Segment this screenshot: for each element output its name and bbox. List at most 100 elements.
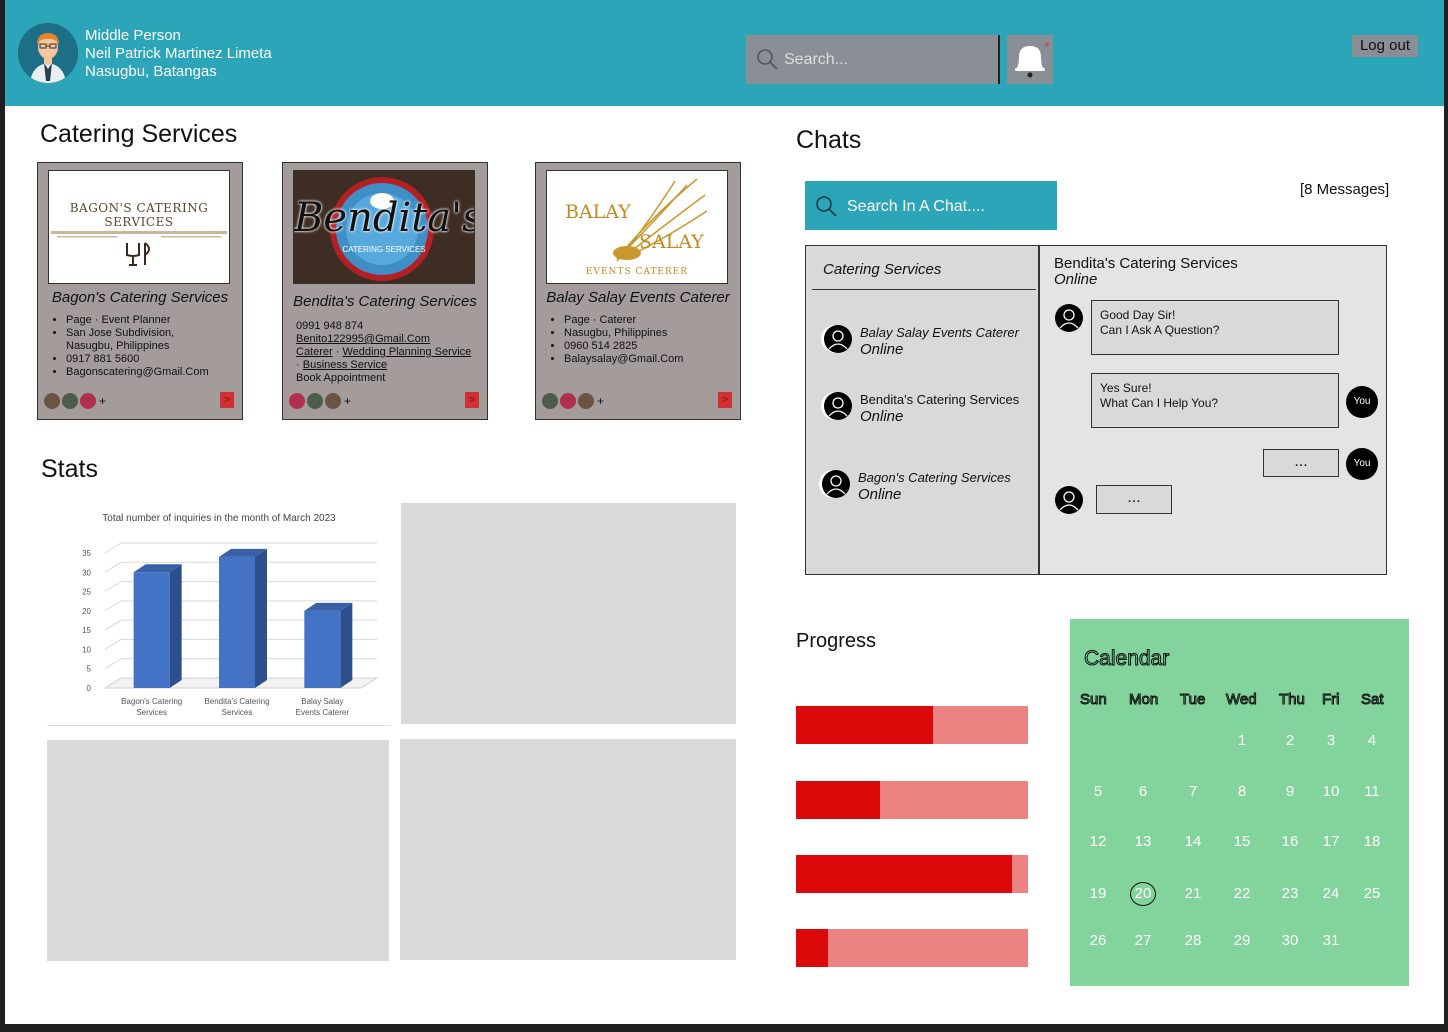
progress-fill [796,706,933,744]
card-name: Bagon's Catering Services [51,289,229,306]
card-details: Page · Event Planner San Jose Subdivisio… [52,314,209,379]
divider [812,289,1036,290]
calendar-day[interactable]: 27 [1126,932,1160,949]
detail-line: San Jose Subdivision, [66,327,209,340]
calendar-day[interactable]: 5 [1081,783,1115,800]
chat-panel: Catering Services Balay Salay Events Cat… [805,245,1387,575]
message-count: [8 Messages] [1300,181,1390,198]
weekday-label: Tue [1179,691,1206,709]
balay-logo-text: BALAY [565,201,631,223]
tag-caterer[interactable]: Caterer [296,346,333,358]
card-name: Balay Salay Events Caterer [546,289,730,306]
calendar-day[interactable]: 6 [1126,783,1160,800]
calendar-day[interactable]: 15 [1225,833,1259,850]
calendar-day[interactable]: 2 [1273,732,1307,749]
book-appointment-link[interactable]: Book Appointment [296,372,471,385]
chat-search[interactable]: Search In A Chat.... [805,181,1057,230]
inquiries-chart: Total number of inquiries in the month o… [47,505,391,726]
calendar-day[interactable]: 16 [1273,833,1307,850]
open-arrow-button[interactable]: > [220,392,234,408]
progress-bar [796,706,1028,745]
y-tick-label: 35 [82,549,91,558]
catering-card-balay-salay[interactable]: BALAY SALAY EVENTS CATERER Balay Salay E… [535,162,741,420]
bar [219,556,255,688]
calendar-day[interactable]: 10 [1314,783,1348,800]
calendar-day[interactable]: 3 [1314,732,1348,749]
calendar-day[interactable]: 29 [1225,932,1259,949]
message-bubble: Yes Sure! What Can I Help You? [1091,373,1339,428]
person-avatar [62,393,78,409]
y-tick-label: 30 [82,568,91,577]
bar-side [255,548,267,688]
y-tick-label: 10 [82,645,91,654]
catering-card-benditas[interactable]: Bendita's CATERING SERVICES Bendita's Ca… [282,162,488,420]
more-people: + [344,394,352,408]
message-line: Can I Ask A Question? [1100,323,1220,337]
user-icon [824,392,852,420]
person-avatar [44,393,60,409]
tag-business-service[interactable]: Business Service [303,359,387,371]
calendar-day[interactable]: 9 [1273,783,1307,800]
bell-icon: + [1015,40,1050,78]
calendar-day[interactable]: 13 [1126,833,1160,850]
stats-placeholder [400,739,736,960]
detail-line: Balaysalay@Gmail.Com [564,353,683,366]
y-tick-label: 15 [82,626,91,635]
calendar-day[interactable]: 28 [1176,932,1210,949]
calendar-day[interactable]: 7 [1176,783,1210,800]
calendar-day[interactable]: 14 [1176,833,1210,850]
contact-status: Online [860,408,904,425]
stats-title: Stats [41,455,98,483]
card-details: Page · Caterer Nasugbu, Philippines 0960… [550,314,683,366]
svg-text:+: + [1044,40,1050,51]
calendar-day[interactable]: 18 [1355,833,1389,850]
calendar-day[interactable]: 4 [1355,732,1389,749]
catering-title: Catering Services [40,120,238,148]
message-line: Yes Sure! [1100,381,1152,395]
stats-placeholder [401,503,736,724]
user-avatar[interactable] [18,23,78,83]
chat-search-label: Search In A Chat.... [847,198,985,215]
tag-wedding-planning[interactable]: Wedding Planning Service [342,346,471,358]
top-bar: Middle Person Neil Patrick Martinez Lime… [5,0,1444,106]
email-link[interactable]: Benito122995@Gmail.Com [296,333,471,346]
detail-line: Nasugbu, Philippines [564,327,683,340]
calendar-day[interactable]: 20 [1126,882,1160,906]
calendar-day[interactable]: 11 [1355,783,1389,800]
app-canvas: Middle Person Neil Patrick Martinez Lime… [5,0,1444,1024]
calendar-day[interactable]: 21 [1176,885,1210,902]
message-line: What Can I Help You? [1100,396,1219,410]
person-avatar [325,393,341,409]
calendar-title: Calendar [1083,647,1170,671]
stats-placeholder [47,740,389,961]
open-arrow-button[interactable]: > [718,392,732,408]
y-tick-label: 20 [82,607,91,616]
search-icon [816,196,837,217]
person-avatar [80,393,96,409]
bagons-logo: BAGON'S CATERING SERVICES [48,170,230,284]
calendar-day[interactable]: 19 [1081,885,1115,902]
contact-name: Bendita's Catering Services [860,392,1020,407]
calendar-day[interactable]: 1 [1225,732,1259,749]
calendar-day[interactable]: 24 [1314,885,1348,902]
person-avatar [542,393,558,409]
calendar-day[interactable]: 8 [1225,783,1259,800]
open-arrow-button[interactable]: > [465,392,479,408]
detail-line: 0960 514 2825 [564,340,683,353]
tags-line: Caterer · Wedding Planning Service [296,346,472,358]
card-name: Bendita's Catering Services [293,293,477,310]
logout-button[interactable]: Log out [1352,35,1418,57]
calendar-day[interactable]: 17 [1314,833,1348,850]
search-input[interactable] [782,47,986,73]
calendar-day[interactable]: 31 [1314,932,1348,949]
catering-card-bagons[interactable]: BAGON'S CATERING SERVICES Bagon's Cateri… [37,162,243,420]
y-tick-label: 0 [87,684,92,693]
calendar-day[interactable]: 22 [1225,885,1259,902]
calendar-day[interactable]: 25 [1355,885,1389,902]
message-line: Good Day Sir! [1100,308,1176,322]
calendar-day[interactable]: 23 [1273,885,1307,902]
calendar-day[interactable]: 30 [1273,932,1307,949]
calendar-day[interactable]: 12 [1081,833,1115,850]
notification-button[interactable]: + [1007,35,1053,84]
calendar-day[interactable]: 26 [1081,932,1115,949]
